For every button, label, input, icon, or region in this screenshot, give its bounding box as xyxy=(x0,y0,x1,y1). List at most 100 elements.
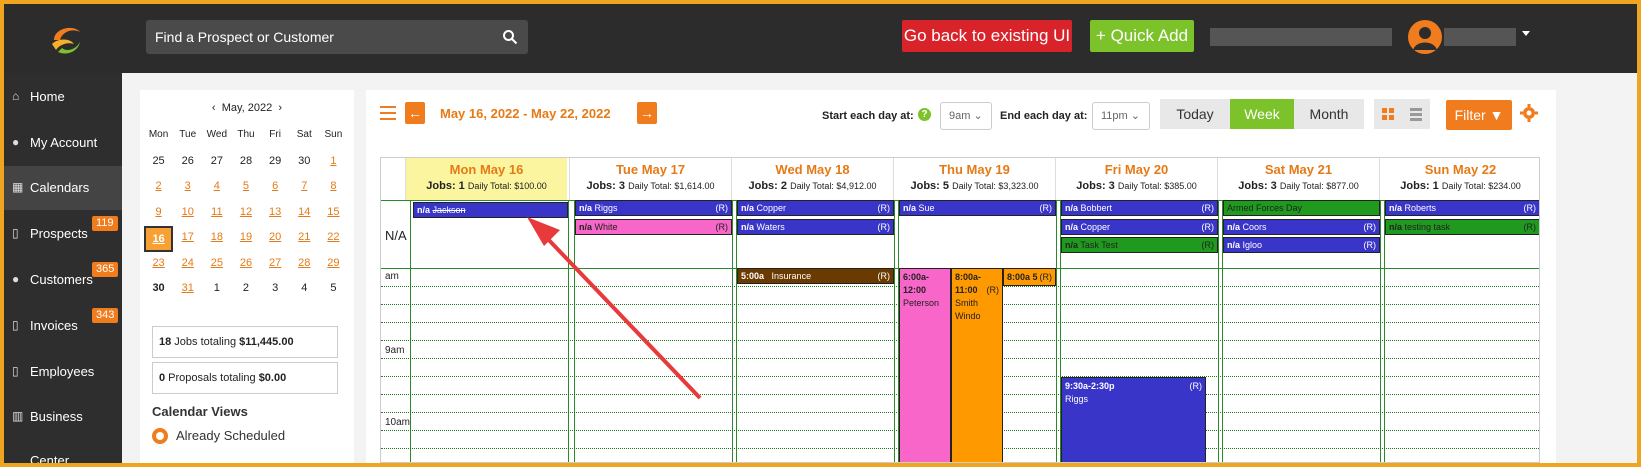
calendar-event[interactable]: n/a testing task (R) xyxy=(1385,219,1539,235)
next-month-icon[interactable]: › xyxy=(278,102,282,114)
day-column[interactable] xyxy=(1384,200,1539,462)
calendar-event[interactable]: n/a Copper (R) xyxy=(737,200,894,216)
filter-button[interactable]: Filter ▼ xyxy=(1446,100,1512,130)
mini-calendar-day[interactable]: 15 xyxy=(319,201,348,227)
sidebar-item-home[interactable]: ⌂ Home xyxy=(4,75,122,119)
sidebar-item-customers[interactable]: ● Customers 365 xyxy=(4,258,122,302)
mini-calendar-day[interactable]: 27 xyxy=(202,150,231,176)
calendar-event[interactable]: n/a White (R) xyxy=(575,219,732,235)
day-header[interactable]: Wed May 18 Jobs: 2 Daily Total: $4,912.00 xyxy=(731,158,893,200)
next-week-button[interactable]: → xyxy=(637,102,657,124)
calendar-event[interactable]: n/a Roberts (R) xyxy=(1385,200,1539,216)
quick-add-button[interactable]: + Quick Add xyxy=(1090,20,1194,52)
mini-calendar-day[interactable]: 26 xyxy=(173,150,202,176)
already-scheduled-radio[interactable] xyxy=(152,428,168,444)
mini-calendar-day[interactable]: 28 xyxy=(231,150,260,176)
calendar-event-block[interactable]: 6:00a-12:00 Peterson xyxy=(899,268,951,462)
mini-calendar-day[interactable]: 21 xyxy=(290,226,319,252)
mini-calendar-day[interactable]: 27 xyxy=(261,252,290,278)
calendar-event[interactable]: n/a Coors (R) xyxy=(1223,219,1380,235)
mini-calendar-day[interactable]: 26 xyxy=(231,252,260,278)
list-view-button[interactable] xyxy=(1402,99,1430,129)
calendar-event[interactable]: n/a Bobbert (R) xyxy=(1061,200,1218,216)
calendar-event[interactable]: Armed Forces Day xyxy=(1223,200,1380,216)
mini-calendar-day[interactable]: 3 xyxy=(261,277,290,303)
mini-calendar-day[interactable]: 24 xyxy=(173,252,202,278)
mini-calendar-day[interactable]: 3 xyxy=(173,175,202,201)
mini-calendar-day[interactable]: 2 xyxy=(231,277,260,303)
mini-calendar-day[interactable]: 5 xyxy=(231,175,260,201)
prev-week-button[interactable]: ← xyxy=(405,102,425,124)
mini-calendar-day[interactable]: 1 xyxy=(202,277,231,303)
month-button[interactable]: Month xyxy=(1294,99,1364,129)
mini-calendar-day[interactable]: 22 xyxy=(319,226,348,252)
avatar[interactable] xyxy=(1408,20,1442,54)
day-header[interactable]: Tue May 17 Jobs: 3 Daily Total: $1,614.00 xyxy=(569,158,731,200)
calendar-event[interactable]: n/a Task Test (R) xyxy=(1061,237,1218,253)
sidebar-item-invoices[interactable]: ▯ Invoices 343 xyxy=(4,304,122,348)
help-icon[interactable]: ? xyxy=(918,108,931,121)
mini-calendar-day[interactable]: 28 xyxy=(290,252,319,278)
gear-icon[interactable] xyxy=(1520,104,1538,122)
mini-calendar-day[interactable]: 25 xyxy=(202,252,231,278)
sidebar-item-business-center[interactable]: ▥ Business Center xyxy=(4,395,122,463)
mini-calendar-day[interactable]: 4 xyxy=(202,175,231,201)
calendar-event[interactable]: n/a Jackson xyxy=(413,202,568,218)
day-column[interactable] xyxy=(736,200,895,462)
search-input[interactable]: Find a Prospect or Customer xyxy=(146,20,528,54)
day-column[interactable] xyxy=(410,200,569,462)
mini-calendar-day[interactable]: 8 xyxy=(319,175,348,201)
day-column[interactable] xyxy=(574,200,733,462)
calendar-event-block[interactable]: 8:00a 5 (R) xyxy=(1003,268,1056,286)
mini-calendar-day[interactable]: 29 xyxy=(319,252,348,278)
mini-calendar-day[interactable]: 17 xyxy=(173,226,202,252)
day-header[interactable]: Thu May 19 Jobs: 5 Daily Total: $3,323.00 xyxy=(893,158,1055,200)
mini-calendar-day[interactable]: 25 xyxy=(144,150,173,176)
mini-calendar-day[interactable]: 10 xyxy=(173,201,202,227)
mini-calendar-day[interactable]: 13 xyxy=(261,201,290,227)
mini-calendar-day[interactable]: 7 xyxy=(290,175,319,201)
mini-calendar-day[interactable]: 12 xyxy=(231,201,260,227)
menu-icon[interactable] xyxy=(380,106,396,120)
sidebar-item-prospects[interactable]: ▯ Prospects 119 xyxy=(4,212,122,256)
start-day-select[interactable]: 9am ⌄ xyxy=(940,102,992,130)
mini-calendar-day[interactable]: 6 xyxy=(261,175,290,201)
calendar-event-block[interactable]: 9:30a-2:30p (R) Riggs xyxy=(1061,377,1206,462)
mini-calendar-day[interactable]: 1 xyxy=(319,150,348,176)
calendar-event-block[interactable]: 8:00a-11:00 (R) Smith Windo xyxy=(951,268,1003,462)
mini-calendar-day[interactable]: 11 xyxy=(202,201,231,227)
mini-calendar-day[interactable]: 2 xyxy=(144,175,173,201)
today-button[interactable]: Today xyxy=(1160,99,1230,129)
week-button[interactable]: Week xyxy=(1230,99,1294,129)
search-icon[interactable] xyxy=(502,29,518,45)
prev-month-icon[interactable]: ‹ xyxy=(212,102,216,114)
mini-calendar-day[interactable]: 20 xyxy=(261,226,290,252)
go-back-button[interactable]: Go back to existing UI xyxy=(902,20,1072,52)
mini-calendar-day[interactable]: 18 xyxy=(202,226,231,252)
mini-calendar-day[interactable]: 19 xyxy=(231,226,260,252)
mini-calendar-day[interactable]: 23 xyxy=(144,252,173,278)
mini-calendar-day[interactable]: 9 xyxy=(144,201,173,227)
end-day-select[interactable]: 11pm ⌄ xyxy=(1092,102,1150,130)
mini-calendar-day[interactable]: 30 xyxy=(144,277,173,303)
mini-calendar-day[interactable]: 4 xyxy=(290,277,319,303)
calendar-event[interactable]: n/a Sue (R) xyxy=(899,200,1056,216)
calendar-event[interactable]: n/a Copper (R) xyxy=(1061,219,1218,235)
grid-view-button[interactable] xyxy=(1374,99,1402,129)
calendar-event[interactable]: n/a Igloo (R) xyxy=(1223,237,1380,253)
sidebar-item-my-account[interactable]: ● My Account xyxy=(4,121,122,165)
day-header[interactable]: Fri May 20 Jobs: 3 Daily Total: $385.00 xyxy=(1055,158,1217,200)
day-header[interactable]: Sun May 22 Jobs: 1 Daily Total: $234.00 xyxy=(1379,158,1539,200)
mini-calendar-day[interactable]: 5 xyxy=(319,277,348,303)
mini-calendar-day[interactable]: 30 xyxy=(290,150,319,176)
sidebar-item-employees[interactable]: ▯ Employees xyxy=(4,350,122,394)
sidebar-item-calendars[interactable]: ▦ Calendars xyxy=(4,166,122,210)
mini-calendar-day[interactable]: 14 xyxy=(290,201,319,227)
logo-icon[interactable] xyxy=(44,18,88,62)
day-header[interactable]: Sat May 21 Jobs: 3 Daily Total: $877.00 xyxy=(1217,158,1379,200)
calendar-event[interactable]: n/a Riggs (R) xyxy=(575,200,732,216)
mini-calendar-day[interactable]: 16 xyxy=(144,226,174,252)
calendar-event[interactable]: 5:00a Insurance (R) xyxy=(737,268,894,284)
calendar-event[interactable]: n/a Waters (R) xyxy=(737,219,894,235)
chevron-down-icon[interactable] xyxy=(1522,31,1530,36)
